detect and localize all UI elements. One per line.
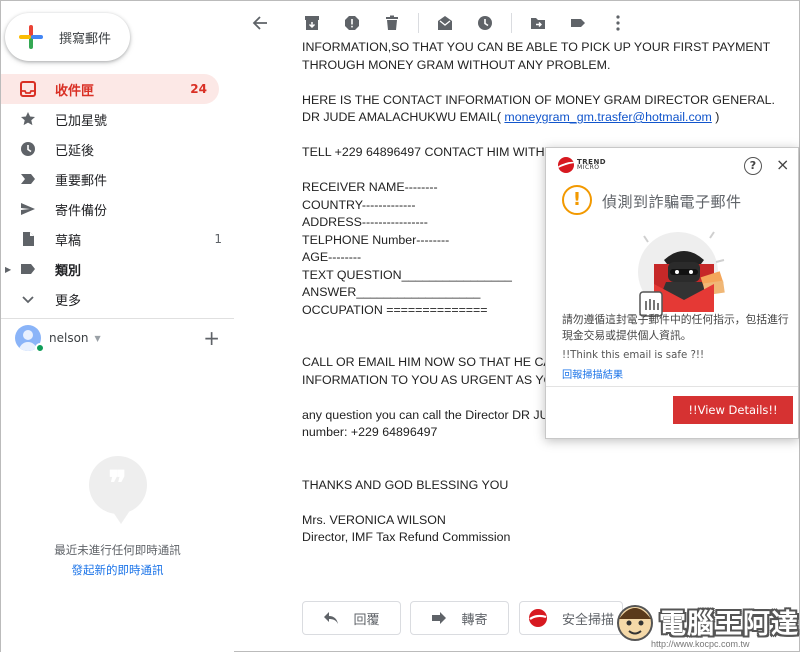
sidebar: 撰寫郵件 收件匣 24 已加星號 已延後 重要郵件 寄件備份 草稿 1 ▶ 類別… <box>1 1 234 652</box>
email-blank-line <box>302 459 792 477</box>
sidebar-item-label: 已延後 <box>55 143 95 159</box>
watermark-text: 電腦王阿達 <box>659 608 799 640</box>
sidebar-item-categories[interactable]: ▶ 類別 <box>1 254 234 284</box>
snooze-icon[interactable] <box>465 3 505 43</box>
email-contact-suffix: ) <box>711 110 720 124</box>
start-chat-link[interactable]: 發起新的即時通訊 <box>1 562 234 578</box>
compose-label: 撰寫郵件 <box>59 31 112 47</box>
avatar[interactable] <box>15 325 45 353</box>
sidebar-item-label: 更多 <box>55 293 82 309</box>
sidebar-item-label: 已加星號 <box>55 113 108 129</box>
sidebar-item-label: 類別 <box>55 263 82 279</box>
sidebar-item-drafts[interactable]: 草稿 1 <box>1 224 234 254</box>
delete-icon[interactable] <box>372 3 412 43</box>
trend-micro-scam-alert: TREND MICRO ? × ! 偵測到詐騙電子郵件 請勿遵循這封電子郵件中的… <box>545 147 799 439</box>
sidebar-item-label: 寄件備份 <box>55 203 108 219</box>
send-icon <box>19 200 37 218</box>
toolbar-divider <box>418 13 419 33</box>
nav-list: 收件匣 24 已加星號 已延後 重要郵件 寄件備份 草稿 1 ▶ 類別 更多 <box>1 74 234 314</box>
popup-description: 請勿遵循這封電子郵件中的任何指示，包括進行現金交易或提供個人資訊。 <box>562 313 789 342</box>
email-text-line: Mrs. VERONICA WILSON <box>302 512 446 527</box>
email-blank-line <box>302 442 792 460</box>
compose-plus-icon <box>15 21 47 53</box>
email-text-line: THANKS AND GOD BLESSING YOU <box>302 477 509 492</box>
email-blank-line <box>302 74 792 92</box>
sidebar-item-label: 草稿 <box>55 233 82 249</box>
hangouts-empty-text: 最近未進行任何即時通訊 <box>54 543 181 557</box>
sidebar-item-more[interactable]: 更多 <box>1 284 234 314</box>
watermark-url: http://www.kocpc.com.tw <box>651 639 750 649</box>
move-to-icon[interactable] <box>518 3 558 43</box>
trend-micro-scan-icon <box>528 608 548 628</box>
trend-micro-wordmark: TREND MICRO <box>577 159 606 171</box>
reply-button[interactable]: 回覆 <box>302 601 401 635</box>
safe-scan-label: 安全掃描 <box>561 612 614 628</box>
trend-micro-ball-icon <box>558 157 574 173</box>
hangouts-empty-state: ❞ 最近未進行任何即時通訊 發起新的即時通訊 <box>1 456 234 578</box>
email-blank-line <box>302 494 792 512</box>
mark-unread-icon[interactable] <box>425 3 465 43</box>
expand-caret-icon[interactable]: ▶ <box>5 265 11 274</box>
hangouts-account[interactable]: nelson ▼ + <box>15 325 220 353</box>
email-contact-line: DR JUDE AMALACHUKWU EMAIL( moneygram_gm.… <box>302 109 792 127</box>
sidebar-item-important[interactable]: 重要郵件 <box>1 164 234 194</box>
star-icon <box>19 110 37 128</box>
archive-icon[interactable] <box>292 3 332 43</box>
popup-divider <box>546 386 798 387</box>
sidebar-item-snoozed[interactable]: 已延後 <box>1 134 234 164</box>
email-text-line: INFORMATION,SO THAT YOU CAN BE ABLE TO P… <box>302 40 771 54</box>
toolbar-divider <box>511 13 512 33</box>
chevron-down-icon <box>19 290 37 308</box>
account-name: nelson <box>49 331 89 345</box>
email-contact-prefix: DR JUDE AMALACHUKWU EMAIL( <box>302 110 505 124</box>
email-text-line: THROUGH MONEY GRAM WITHOUT ANY PROBLEM. <box>302 57 611 72</box>
safe-question-text: !!Think this email is safe ?!! <box>562 350 705 361</box>
sidebar-item-label: 收件匣 <box>55 83 95 99</box>
inbox-icon <box>19 80 37 98</box>
watermark-mascot-icon <box>617 605 653 641</box>
email-text-line: HERE IS THE CONTACT INFORMATION OF MONEY… <box>302 92 775 107</box>
drafts-count: 1 <box>214 232 222 246</box>
forward-button[interactable]: 轉寄 <box>410 601 509 635</box>
view-details-button[interactable]: !!View Details!! <box>673 396 793 424</box>
forward-arrow-icon <box>431 611 447 625</box>
add-chat-plus-icon[interactable]: + <box>203 328 220 348</box>
warning-icon: ! <box>562 185 592 215</box>
trend-micro-logo: TREND MICRO <box>558 157 606 173</box>
sidebar-item-inbox[interactable]: 收件匣 24 <box>1 74 219 104</box>
important-icon <box>19 170 37 188</box>
sidebar-item-starred[interactable]: 已加星號 <box>1 104 234 134</box>
label-icon <box>19 260 37 278</box>
online-status-dot <box>35 343 45 353</box>
draft-icon <box>19 230 37 248</box>
safe-scan-button[interactable]: 安全掃描 <box>519 601 623 635</box>
sidebar-item-sent[interactable]: 寄件備份 <box>1 194 234 224</box>
popup-title: 偵測到詐騙電子郵件 <box>602 193 742 211</box>
forward-label: 轉寄 <box>461 612 488 628</box>
scammer-illustration <box>638 231 725 317</box>
reply-label: 回覆 <box>353 612 380 628</box>
more-vert-icon[interactable] <box>598 3 638 43</box>
close-icon[interactable]: × <box>776 155 789 174</box>
email-text-line: Director, IMF Tax Refund Commission <box>302 530 511 544</box>
sidebar-divider <box>1 318 234 319</box>
sidebar-item-label: 重要郵件 <box>55 173 108 189</box>
email-address-link[interactable]: moneygram_gm.trasfer@hotmail.com <box>504 110 711 124</box>
inbox-unread-count: 24 <box>190 82 207 96</box>
email-blank-line <box>302 127 792 145</box>
clock-icon <box>19 140 37 158</box>
account-caret-icon[interactable]: ▼ <box>95 334 101 343</box>
help-icon[interactable]: ? <box>744 157 762 175</box>
compose-button[interactable]: 撰寫郵件 <box>5 13 130 61</box>
popup-header: TREND MICRO ? × <box>546 148 798 182</box>
reply-arrow-icon <box>323 611 339 625</box>
back-arrow-icon[interactable] <box>240 3 280 43</box>
label-icon[interactable] <box>558 3 598 43</box>
report-spam-icon[interactable] <box>332 3 372 43</box>
watermark: 電腦王阿達 <box>613 599 799 643</box>
hangouts-quote-icon: ❞ <box>88 456 147 524</box>
report-result-link[interactable]: 回報掃描結果 <box>562 366 623 381</box>
